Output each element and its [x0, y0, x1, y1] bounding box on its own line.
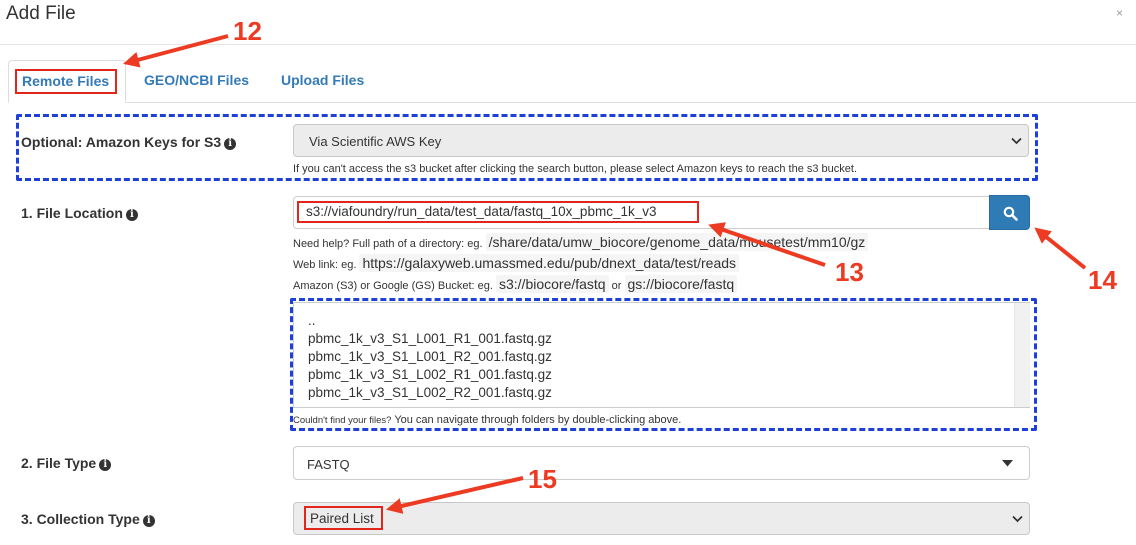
help-directory: Need help? Full path of a directory: eg.… [293, 233, 869, 251]
annotation-arrow-14 [1034, 227, 1087, 270]
file-type-select[interactable]: FASTQ [293, 446, 1030, 480]
tabs-divider [8, 102, 1136, 103]
list-item[interactable]: .. [308, 312, 552, 330]
tab-remote-files-label[interactable]: Remote Files [22, 73, 109, 89]
amazon-keys-label-text: Optional: Amazon Keys for S3 [21, 134, 222, 150]
amazon-keys-help: If you can't access the s3 bucket after … [293, 163, 858, 175]
annotation-number-15: 15 [528, 464, 557, 494]
annotation-number-12: 12 [233, 16, 262, 46]
file-type-selected: FASTQ [307, 457, 350, 472]
help-bucket-example-gs: gs://biocore/fastq [624, 275, 738, 293]
amazon-keys-selected: Via Scientific AWS Key [309, 134, 442, 149]
file-location-value[interactable]: s3://viafoundry/run_data/test_data/fastq… [306, 204, 656, 219]
chevron-down-icon [1012, 515, 1023, 523]
help-directory-prefix: Need help? Full path of a directory: eg. [293, 238, 483, 250]
file-list-items: .. pbmc_1k_v3_S1_L001_R1_001.fastq.gz pb… [308, 312, 552, 402]
info-circle-icon: i [224, 138, 237, 150]
file-type-label: 2. File Type i [21, 455, 112, 471]
tab-geo-ncbi-files[interactable]: GEO/NCBI Files [144, 72, 249, 88]
help-weblink-example: https://galaxyweb.umassmed.edu/pub/dnext… [359, 254, 740, 272]
list-item[interactable]: pbmc_1k_v3_S1_L001_R1_001.fastq.gz [308, 330, 552, 348]
help-bucket-example-s3: s3://biocore/fastq [495, 275, 609, 293]
list-item[interactable]: pbmc_1k_v3_S1_L002_R2_001.fastq.gz [308, 384, 552, 402]
help-bucket-or: or [611, 280, 622, 292]
help-weblink-prefix: Web link: eg. [293, 259, 357, 271]
search-button[interactable] [989, 195, 1030, 230]
file-location-label-text: 1. File Location [21, 205, 123, 221]
annotation-arrow-12 [123, 34, 229, 68]
close-icon[interactable]: × [1116, 6, 1123, 20]
annotation-number-13: 13 [835, 257, 864, 287]
annotation-number-14: 14 [1088, 265, 1117, 295]
collection-type-label-text: 3. Collection Type [21, 511, 140, 527]
file-list-help-question: Couldn't find your files? [293, 415, 392, 426]
help-directory-example: /share/data/umw_biocore/genome_data/mous… [485, 233, 869, 251]
help-bucket-prefix: Amazon (S3) or Google (GS) Bucket: eg. [293, 280, 493, 292]
amazon-keys-select[interactable]: Via Scientific AWS Key [293, 124, 1029, 157]
file-list-help-text: You can navigate through folders by doub… [394, 414, 682, 426]
search-icon [1003, 206, 1018, 221]
list-item[interactable]: pbmc_1k_v3_S1_L002_R1_001.fastq.gz [308, 366, 552, 384]
help-bucket: Amazon (S3) or Google (GS) Bucket: eg. s… [293, 275, 738, 293]
info-circle-icon: i [99, 459, 112, 471]
file-list-scrollbar[interactable] [1014, 303, 1030, 407]
collection-type-selected: Paired List [310, 511, 374, 526]
amazon-keys-label: Optional: Amazon Keys for S3 i [21, 134, 237, 150]
list-item[interactable]: pbmc_1k_v3_S1_L001_R2_001.fastq.gz [308, 348, 552, 366]
caret-down-icon [1002, 460, 1013, 467]
collection-type-label: 3. Collection Type i [21, 511, 155, 527]
help-weblink: Web link: eg. https://galaxyweb.umassmed… [293, 254, 740, 272]
info-circle-icon: i [142, 515, 155, 527]
file-list-help: Couldn't find your files? You can naviga… [293, 414, 681, 426]
collection-type-select[interactable] [293, 502, 1030, 535]
file-type-label-text: 2. File Type [21, 455, 97, 471]
chevron-down-icon [1011, 137, 1022, 145]
info-circle-icon: i [125, 209, 138, 221]
header-divider [0, 44, 1136, 45]
tab-upload-files[interactable]: Upload Files [281, 72, 364, 88]
file-location-label: 1. File Location i [21, 205, 138, 221]
dialog-title: Add File [6, 3, 76, 24]
